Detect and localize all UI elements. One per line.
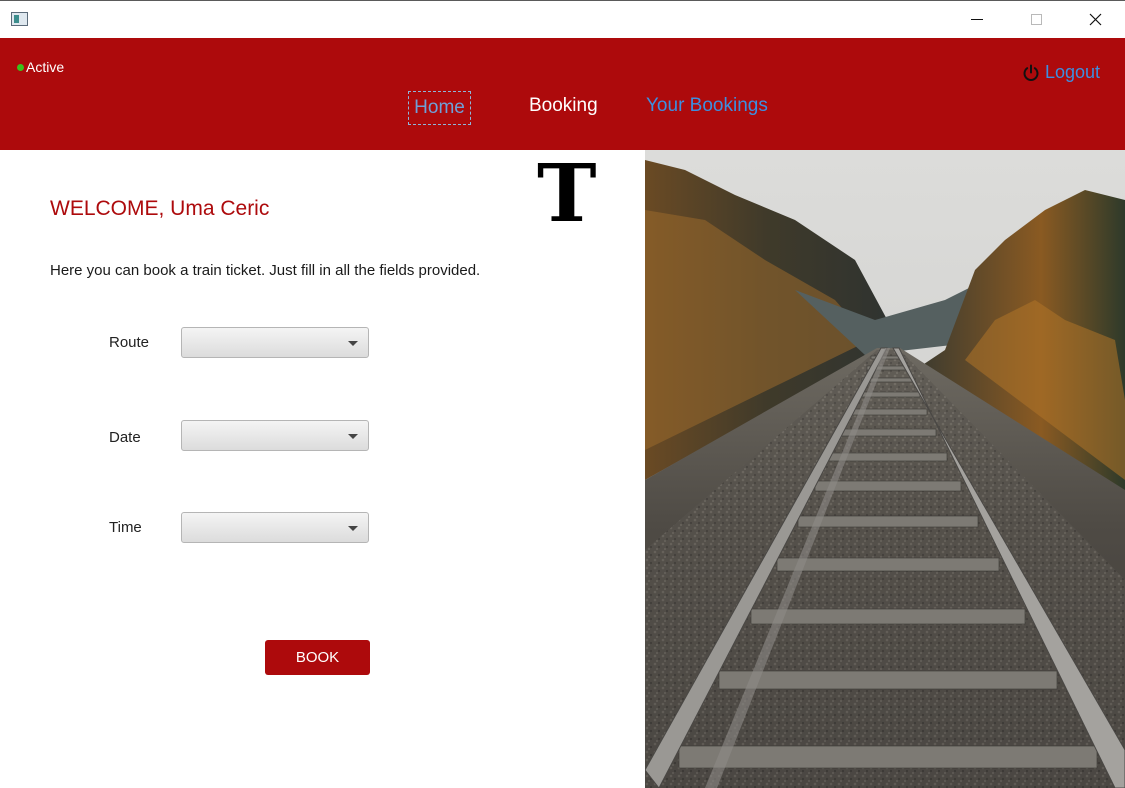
logout-button[interactable]: Logout bbox=[1022, 62, 1100, 83]
app-logo: T bbox=[537, 146, 597, 240]
nav-your-bookings[interactable]: Your Bookings bbox=[646, 95, 768, 117]
minimize-icon bbox=[971, 19, 983, 20]
status-dot-icon bbox=[17, 63, 24, 71]
railway-tracks-photo bbox=[645, 150, 1125, 788]
welcome-heading: WELCOME, Uma Ceric bbox=[50, 197, 270, 220]
book-button[interactable]: BOOK bbox=[265, 640, 370, 675]
window-title-bar bbox=[0, 0, 1125, 38]
time-label: Time bbox=[109, 519, 142, 536]
maximize-button[interactable] bbox=[1007, 1, 1065, 38]
close-icon bbox=[1089, 13, 1101, 26]
close-button[interactable] bbox=[1066, 1, 1124, 38]
maximize-icon bbox=[1030, 14, 1042, 25]
chevron-down-icon bbox=[348, 434, 358, 439]
intro-text: Here you can book a train ticket. Just f… bbox=[50, 262, 481, 279]
route-label: Route bbox=[109, 334, 150, 351]
railway-tracks-image bbox=[645, 150, 1125, 788]
date-select[interactable] bbox=[181, 420, 369, 451]
date-label: Date bbox=[109, 429, 141, 446]
nav-home[interactable]: Home bbox=[408, 91, 471, 125]
nav-booking[interactable]: Booking bbox=[529, 95, 598, 117]
chevron-down-icon bbox=[348, 341, 358, 346]
app-window-icon bbox=[11, 12, 28, 26]
power-icon bbox=[1023, 64, 1039, 81]
chevron-down-icon bbox=[348, 526, 358, 531]
logout-label: Logout bbox=[1045, 62, 1101, 82]
time-select[interactable] bbox=[181, 512, 369, 543]
minimize-button[interactable] bbox=[948, 1, 1006, 38]
app-header: Active Home Booking Your Bookings Logout bbox=[0, 38, 1125, 150]
status-label: Active bbox=[26, 59, 65, 75]
status-indicator: Active bbox=[17, 59, 64, 75]
route-select[interactable] bbox=[181, 327, 369, 358]
